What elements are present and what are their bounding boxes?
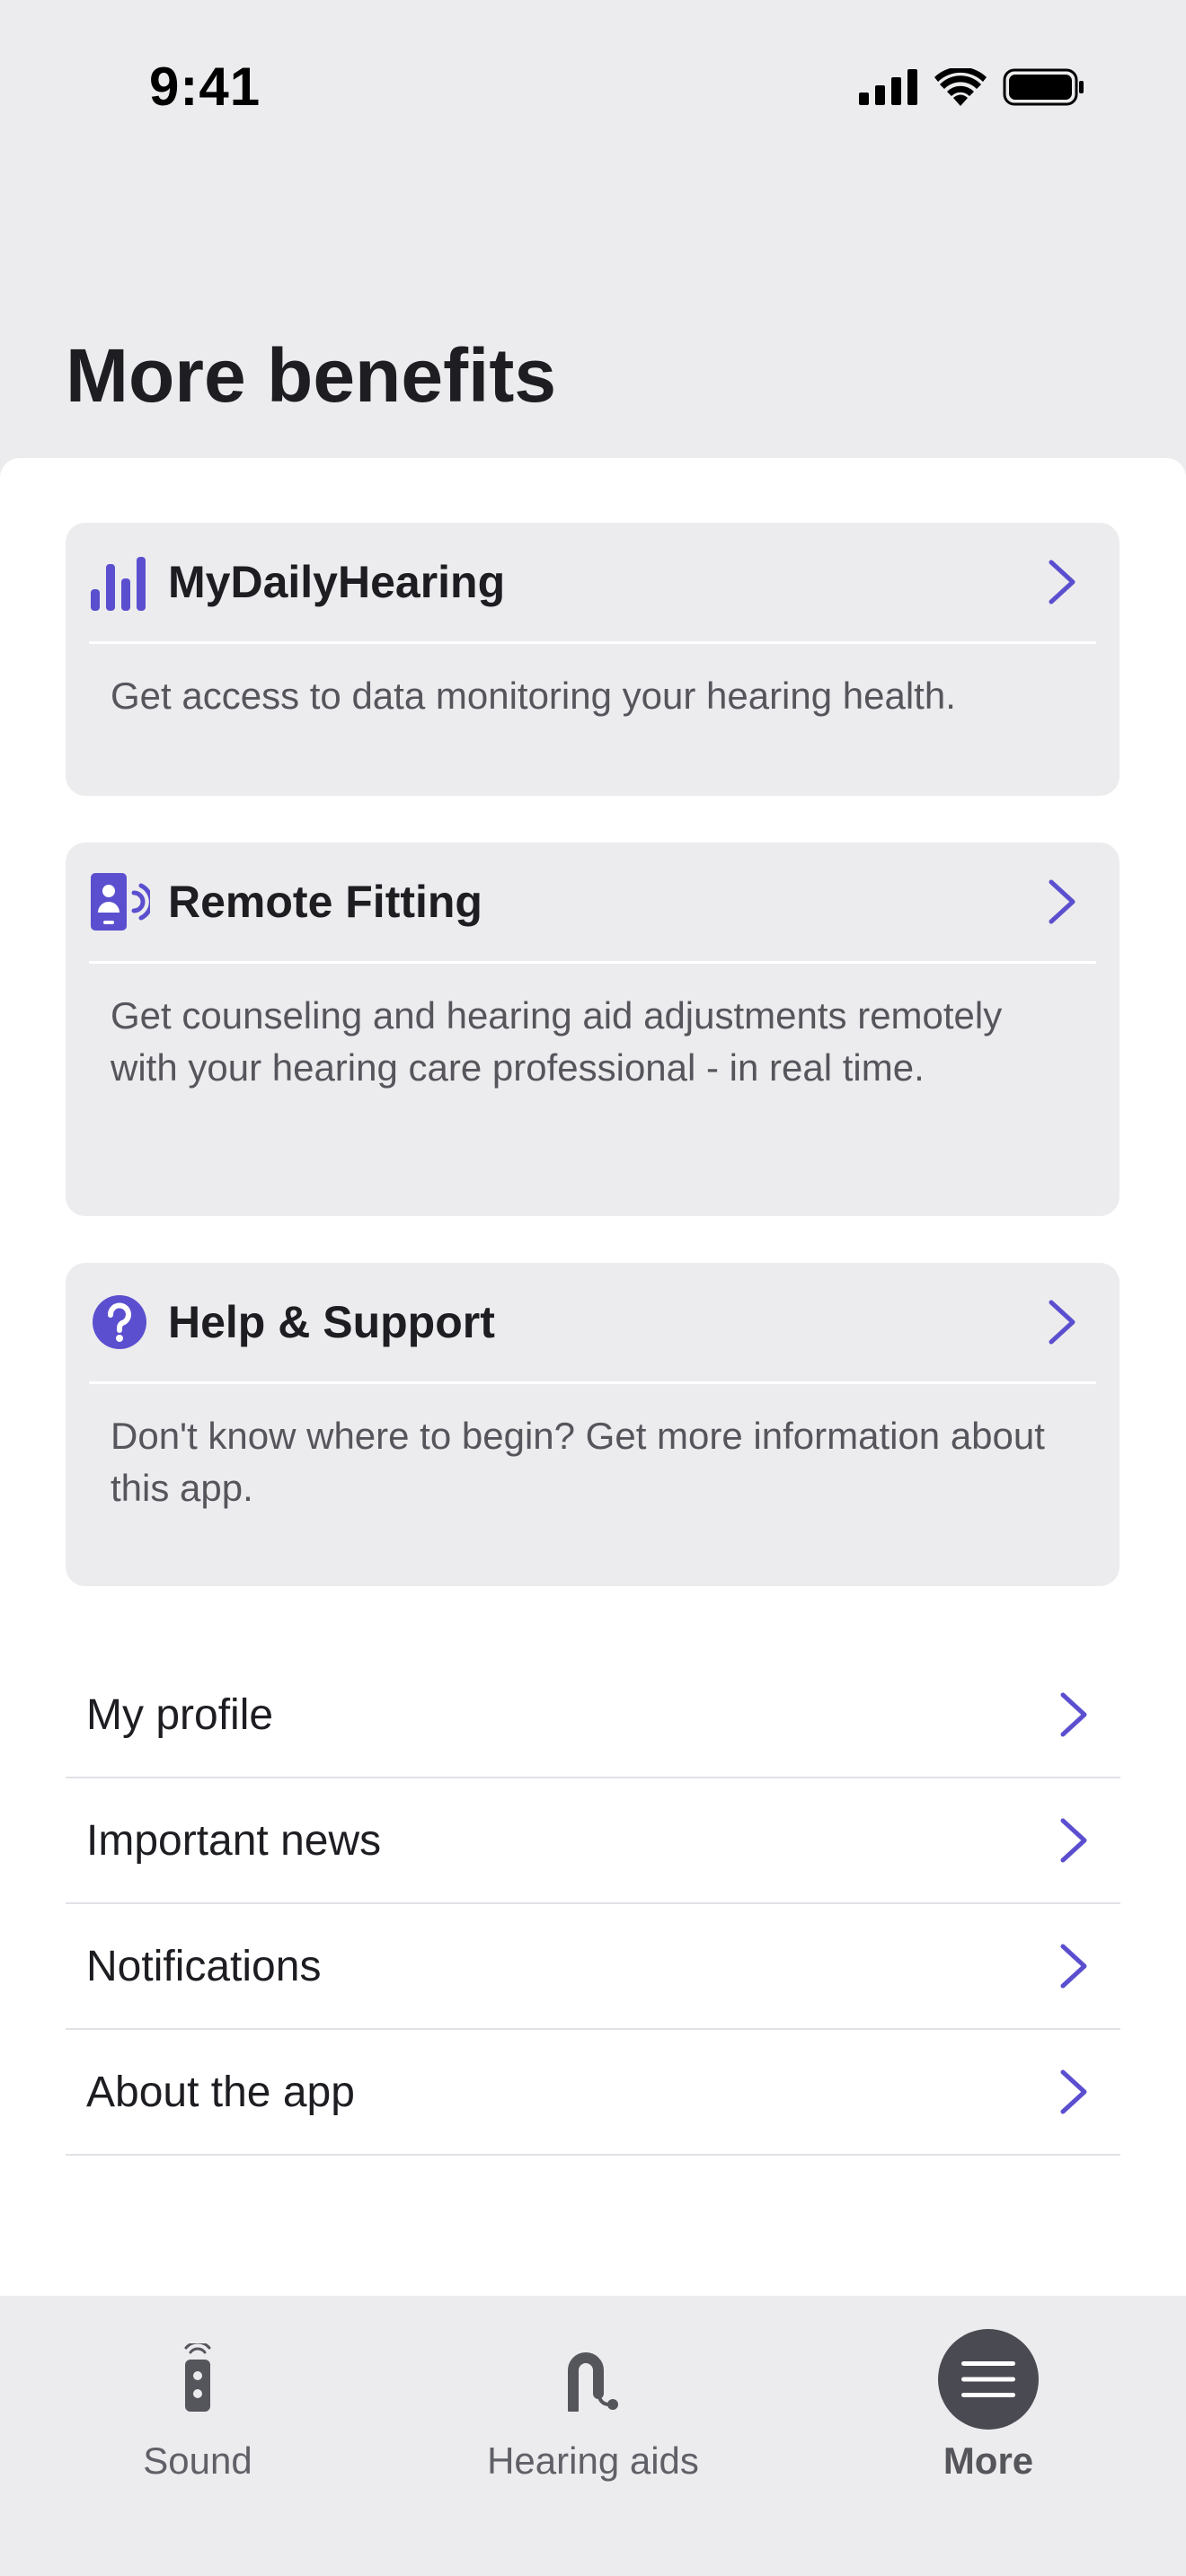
card-title: Remote Fitting <box>168 877 482 927</box>
card-title: MyDailyHearing <box>168 557 506 607</box>
status-icons <box>859 68 1085 106</box>
status-bar: 9:41 <box>0 0 1186 180</box>
remote-fitting-icon <box>89 871 150 932</box>
list-item-label: Important news <box>86 1816 382 1865</box>
remote-control-icon <box>178 2326 217 2432</box>
list-item-notifications[interactable]: Notifications <box>66 1904 1120 2030</box>
tab-more-icon-wrap <box>938 2326 1039 2432</box>
wifi-icon <box>934 68 987 106</box>
bar-chart-icon <box>89 551 150 613</box>
tab-label: More <box>943 2439 1034 2482</box>
chevron-right-icon <box>1049 879 1075 924</box>
card-description: Get access to data monitoring your heari… <box>111 675 956 717</box>
chevron-right-icon <box>1060 1692 1087 1737</box>
list-item-label: Notifications <box>86 1942 322 1990</box>
list-item-label: My profile <box>86 1690 274 1739</box>
chevron-right-icon <box>1060 1944 1087 1989</box>
chevron-right-icon <box>1060 1818 1087 1863</box>
card-description: Get counseling and hearing aid adjustmen… <box>111 994 1003 1089</box>
card-title: Help & Support <box>168 1297 495 1347</box>
tab-label: Hearing aids <box>487 2439 699 2482</box>
hearing-aid-icon <box>566 2326 620 2432</box>
page-title: More benefits <box>66 333 557 418</box>
help-circle-icon <box>89 1292 150 1353</box>
chevron-right-icon <box>1049 560 1075 604</box>
chevron-right-icon <box>1060 2069 1087 2114</box>
tab-sound[interactable]: Sound <box>0 2296 395 2511</box>
status-time: 9:41 <box>149 57 261 117</box>
list-item-important-news[interactable]: Important news <box>66 1778 1120 1904</box>
list-item-about-app[interactable]: About the app <box>66 2030 1120 2156</box>
battery-icon <box>1003 68 1084 106</box>
signal-icon <box>859 69 917 105</box>
settings-list: My profile Important news Notifications … <box>66 1653 1120 2156</box>
card-remote-fitting[interactable]: Remote Fitting Get counseling and hearin… <box>66 842 1120 1216</box>
card-mydailyhearing[interactable]: MyDailyHearing Get access to data monito… <box>66 523 1120 796</box>
list-item-label: About the app <box>86 2068 355 2116</box>
tab-hearing-aids[interactable]: Hearing aids <box>395 2296 791 2511</box>
list-item-my-profile[interactable]: My profile <box>66 1653 1120 1778</box>
card-header: MyDailyHearing <box>89 523 1096 644</box>
card-description: Don't know where to begin? Get more info… <box>111 1415 1045 1509</box>
card-help-support[interactable]: Help & Support Don't know where to begin… <box>66 1263 1120 1586</box>
tab-more[interactable]: More <box>791 2296 1186 2511</box>
hamburger-menu-icon <box>938 2329 1039 2430</box>
card-header: Remote Fitting <box>89 842 1096 964</box>
card-header: Help & Support <box>89 1263 1096 1384</box>
tab-label: Sound <box>143 2439 252 2482</box>
chevron-right-icon <box>1049 1300 1075 1345</box>
tab-bar: Sound Hearing aids More <box>0 2296 1186 2576</box>
